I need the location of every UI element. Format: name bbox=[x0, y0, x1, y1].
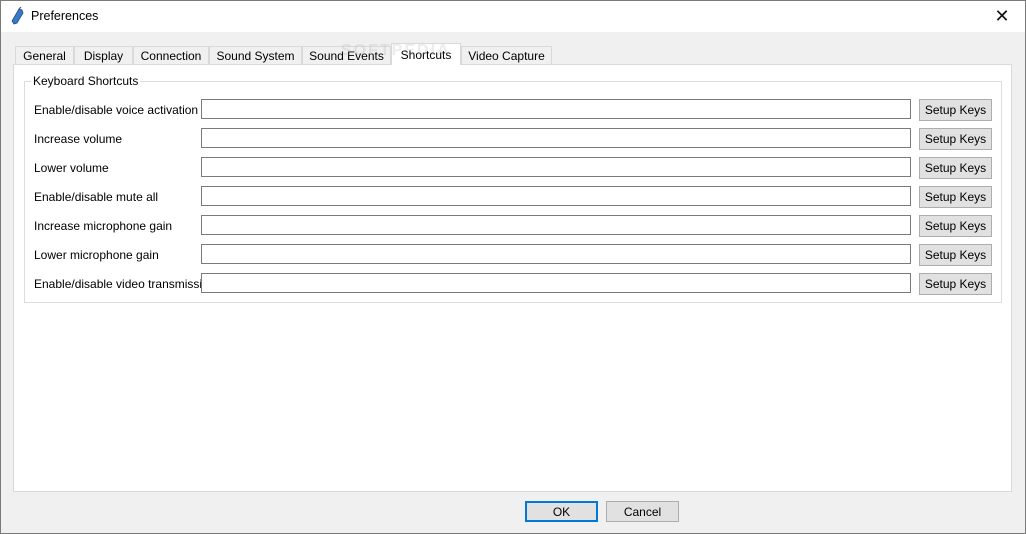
shortcut-field[interactable] bbox=[201, 157, 911, 177]
shortcut-label: Increase volume bbox=[34, 132, 123, 146]
shortcut-label: Increase microphone gain bbox=[34, 219, 173, 233]
preferences-window: Preferences ✕ SOFTPEDIA General Display … bbox=[0, 0, 1026, 534]
app-icon bbox=[11, 7, 24, 25]
shortcut-row: Lower microphone gain Setup Keys bbox=[25, 244, 1003, 266]
window-title: Preferences bbox=[31, 9, 99, 23]
setup-keys-button[interactable]: Setup Keys bbox=[919, 215, 992, 237]
tab-sound-events[interactable]: Sound Events bbox=[302, 46, 391, 64]
shortcut-field[interactable] bbox=[201, 215, 911, 235]
setup-keys-button[interactable]: Setup Keys bbox=[919, 128, 992, 150]
setup-keys-button[interactable]: Setup Keys bbox=[919, 157, 992, 179]
ok-button[interactable]: OK bbox=[525, 501, 598, 522]
shortcut-field[interactable] bbox=[201, 99, 911, 119]
shortcut-row: Enable/disable voice activation Setup Ke… bbox=[25, 99, 1003, 121]
tab-general[interactable]: General bbox=[15, 46, 74, 64]
keyboard-shortcuts-group: Keyboard Shortcuts Enable/disable voice … bbox=[24, 74, 1003, 303]
shortcut-field[interactable] bbox=[201, 186, 911, 206]
tab-connection[interactable]: Connection bbox=[133, 46, 209, 64]
shortcut-field[interactable] bbox=[201, 244, 911, 264]
shortcut-row: Increase microphone gain Setup Keys bbox=[25, 215, 1003, 237]
shortcut-label: Enable/disable mute all bbox=[34, 190, 159, 204]
shortcut-field[interactable] bbox=[201, 273, 911, 293]
setup-keys-button[interactable]: Setup Keys bbox=[919, 186, 992, 208]
shortcut-label: Enable/disable video transmission bbox=[34, 277, 216, 291]
setup-keys-button[interactable]: Setup Keys bbox=[919, 244, 992, 266]
setup-keys-button[interactable]: Setup Keys bbox=[919, 273, 992, 295]
shortcut-label: Enable/disable voice activation bbox=[34, 103, 199, 117]
shortcut-row: Enable/disable mute all Setup Keys bbox=[25, 186, 1003, 208]
shortcut-field[interactable] bbox=[201, 128, 911, 148]
title-bar[interactable]: Preferences ✕ bbox=[1, 1, 1025, 32]
tab-sound-system[interactable]: Sound System bbox=[209, 46, 302, 64]
close-button[interactable]: ✕ bbox=[979, 1, 1025, 32]
cancel-button[interactable]: Cancel bbox=[606, 501, 679, 522]
shortcuts-panel: Keyboard Shortcuts Enable/disable voice … bbox=[13, 64, 1012, 492]
group-title: Keyboard Shortcuts bbox=[31, 74, 141, 88]
close-icon: ✕ bbox=[994, 6, 1010, 26]
shortcut-row: Lower volume Setup Keys bbox=[25, 157, 1003, 179]
shortcut-row: Enable/disable video transmission Setup … bbox=[25, 273, 1003, 295]
tab-display[interactable]: Display bbox=[74, 46, 133, 64]
tab-video-capture[interactable]: Video Capture bbox=[461, 46, 552, 64]
setup-keys-button[interactable]: Setup Keys bbox=[919, 99, 992, 121]
tab-shortcuts[interactable]: Shortcuts bbox=[391, 43, 461, 65]
shortcut-label: Lower volume bbox=[34, 161, 109, 175]
shortcut-row: Increase volume Setup Keys bbox=[25, 128, 1003, 150]
shortcut-label: Lower microphone gain bbox=[34, 248, 159, 262]
